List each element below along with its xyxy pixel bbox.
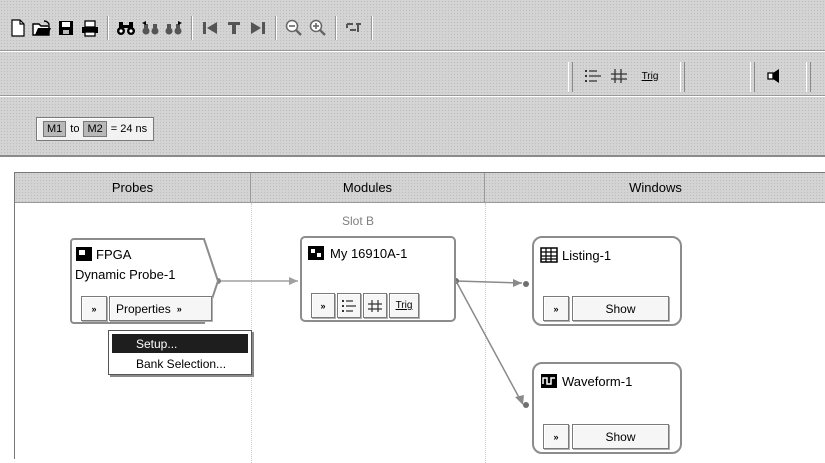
- listing-window-name: Listing-1: [562, 248, 612, 263]
- chevron-down-icon: »: [553, 431, 559, 442]
- properties-button[interactable]: Properties »: [109, 296, 212, 321]
- bus-signal-icon: [342, 299, 356, 312]
- waveform-window-name: Waveform-1: [562, 374, 633, 389]
- module-sampling-button[interactable]: [363, 293, 387, 318]
- listing-window-node[interactable]: Listing-1 » Show: [532, 236, 682, 326]
- waveform-icon: [540, 373, 558, 392]
- probe-node[interactable]: FPGA Dynamic Probe-1 » Properties »: [70, 238, 222, 324]
- properties-label: Properties: [116, 301, 171, 316]
- listing-show-button[interactable]: Show: [572, 296, 669, 321]
- module-name: My 16910A-1: [330, 246, 408, 261]
- waveform-window-node[interactable]: Waveform-1 » Show: [532, 362, 682, 454]
- slot-label: Slot B: [342, 214, 375, 228]
- listing-icon: [540, 247, 558, 266]
- module-node[interactable]: My 16910A-1 » Trig: [300, 236, 456, 322]
- probe-icon: [75, 246, 93, 265]
- properties-context-menu: Setup... Bank Selection...: [108, 330, 252, 375]
- waveform-expand-button[interactable]: »: [543, 424, 569, 449]
- sampling-icon: [368, 299, 382, 312]
- chevron-down-icon: »: [553, 303, 559, 314]
- probe-expand-button[interactable]: »: [81, 296, 107, 321]
- module-trigger-button[interactable]: Trig: [389, 293, 419, 318]
- menu-item-bank-selection[interactable]: Bank Selection...: [112, 354, 248, 373]
- menu-item-setup[interactable]: Setup...: [112, 334, 248, 353]
- probe-subtitle: Dynamic Probe-1: [75, 267, 176, 282]
- chevron-down-icon: »: [320, 300, 326, 311]
- chevron-down-icon: »: [91, 303, 97, 314]
- module-bus-signal-button[interactable]: [337, 293, 361, 318]
- probe-name: FPGA: [96, 247, 132, 262]
- module-expand-button[interactable]: »: [311, 293, 335, 318]
- chevron-down-icon: »: [176, 303, 182, 314]
- module-icon: [307, 245, 325, 264]
- connection-lines: [215, 277, 529, 408]
- listing-expand-button[interactable]: »: [543, 296, 569, 321]
- waveform-show-button[interactable]: Show: [572, 424, 669, 449]
